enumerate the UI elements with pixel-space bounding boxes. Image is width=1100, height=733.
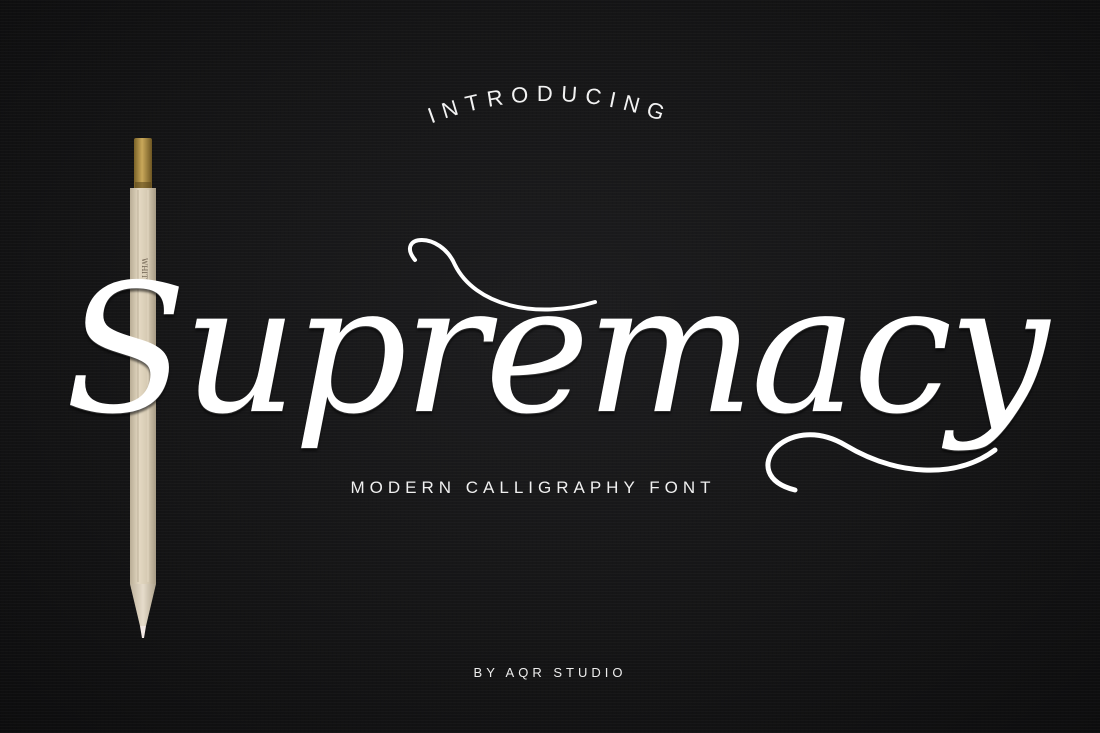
svg-text:INTRODUCING: INTRODUCING xyxy=(424,81,675,128)
font-subtitle: MODERN CALLIGRAPHY FONT xyxy=(350,478,716,497)
studio-byline: BY AQR STUDIO xyxy=(473,665,627,680)
intro-text: INTRODUCING xyxy=(424,81,667,128)
font-name-title: Supremacy xyxy=(64,246,1049,453)
poster-canvas: WHITE INTRODUCING Supremacy MODERN CALLI… xyxy=(0,0,1100,733)
intro-arc: INTRODUCING xyxy=(424,81,675,128)
